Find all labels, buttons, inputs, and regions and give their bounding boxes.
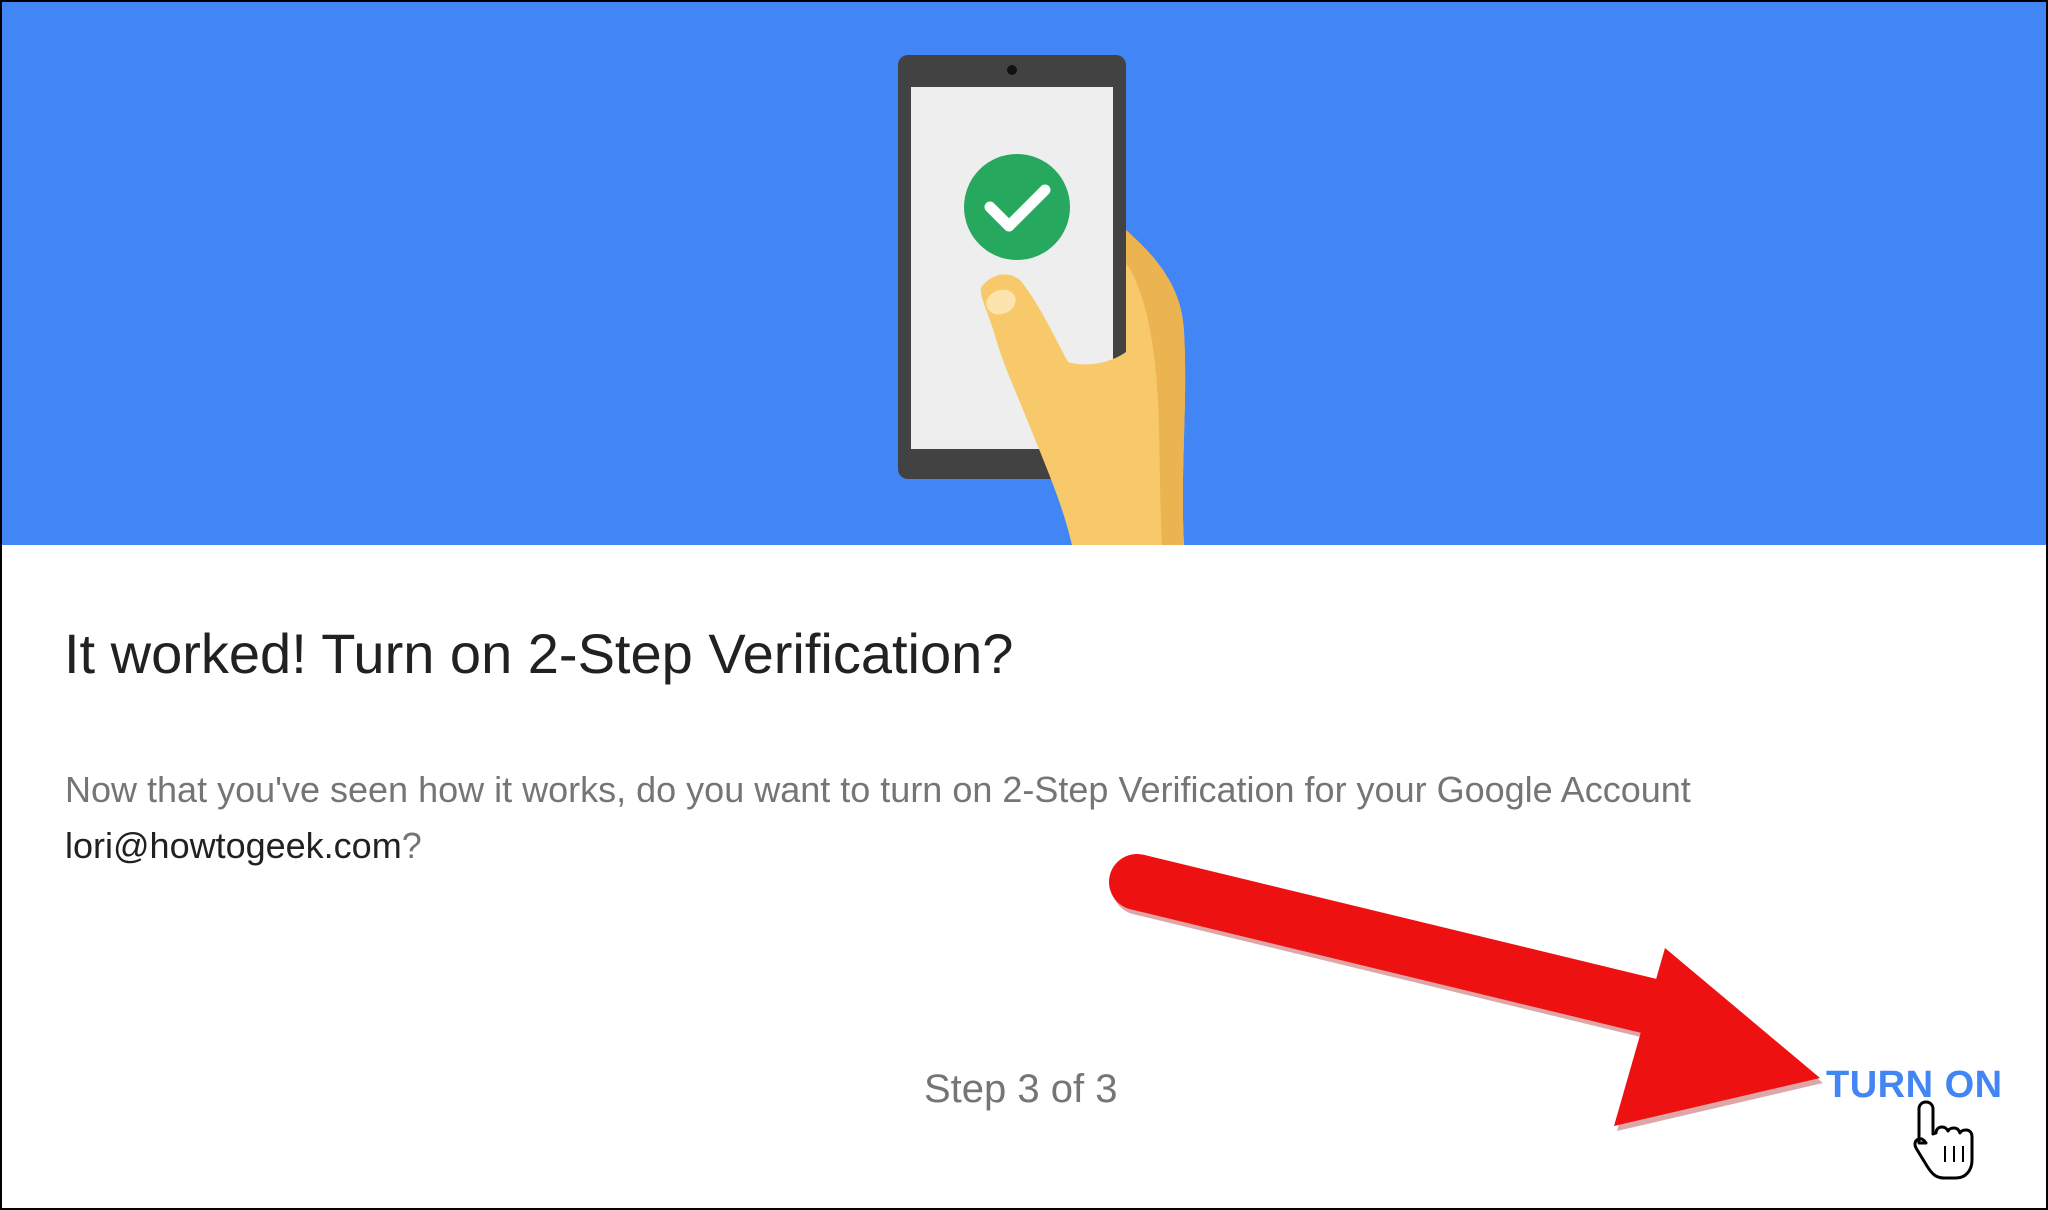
hand-pointer-cursor-icon [1913,1100,1974,1180]
phone-illustration [898,55,1186,545]
phone-camera-icon [1007,65,1017,75]
check-circle-icon [964,154,1070,260]
hero-banner [2,2,2046,545]
red-arrow-icon [1109,854,1823,1131]
description-text: Now that you've seen how it works, do yo… [65,769,1691,810]
account-email: lori@howtogeek.com [65,825,402,866]
dialog-description: Now that you've seen how it works, do yo… [65,762,1965,874]
step-indicator: Step 3 of 3 [924,1067,1118,1111]
dialog-title: It worked! Turn on 2-Step Verification? [64,622,1014,685]
verification-dialog: It worked! Turn on 2-Step Verification? … [0,0,2048,1210]
turn-on-button[interactable]: TURN ON [1826,1058,2003,1112]
description-suffix: ? [401,825,422,866]
